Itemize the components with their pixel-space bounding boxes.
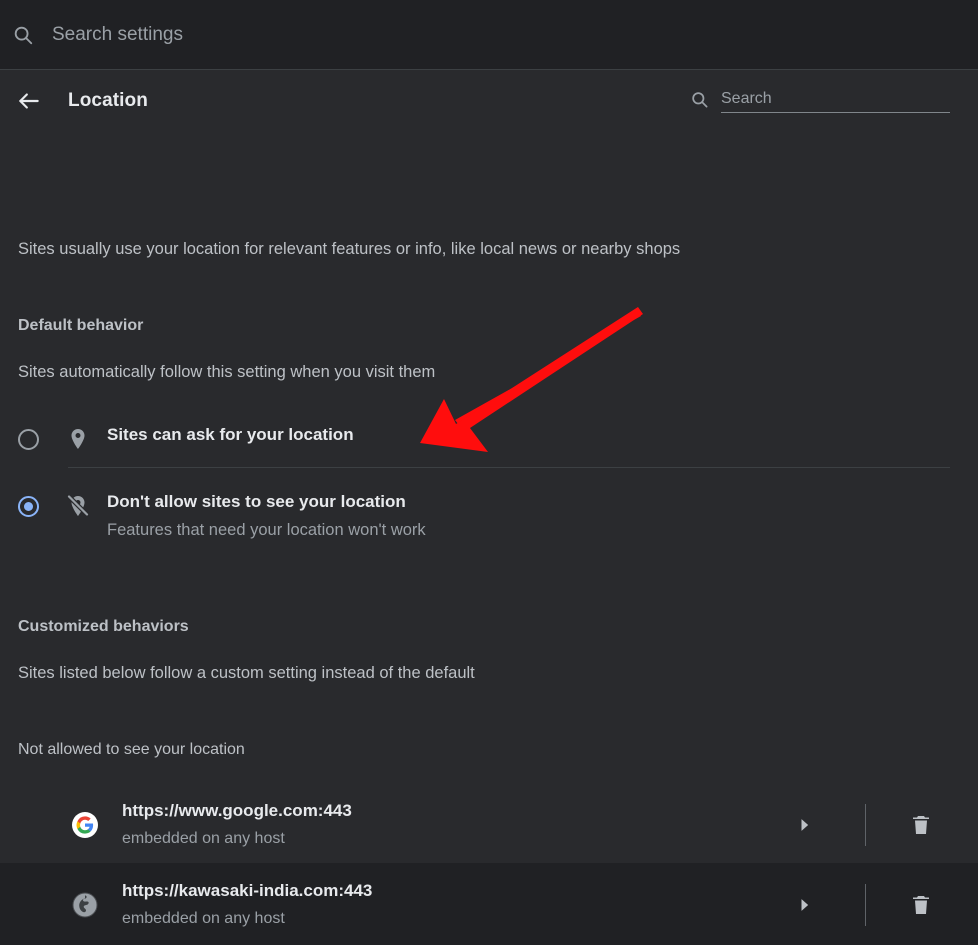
radio-option-label: Sites can ask for your location	[107, 425, 354, 444]
site-info: https://www.google.com:443 embedded on a…	[122, 799, 793, 851]
site-url: https://kawasaki-india.com:443	[122, 881, 373, 900]
search-icon	[12, 24, 34, 46]
row-divider	[865, 884, 866, 926]
page-search-input[interactable]	[721, 90, 950, 108]
customized-behaviors-description: Sites listed below follow a custom setti…	[18, 664, 475, 682]
location-pin-icon	[66, 427, 90, 451]
search-icon	[690, 90, 709, 109]
chevron-right-icon[interactable]	[793, 894, 815, 916]
global-search-bar	[0, 0, 978, 70]
location-settings-page: Location Sites usually use your location…	[0, 70, 978, 927]
page-title: Location	[68, 90, 148, 111]
trash-icon[interactable]	[909, 813, 933, 837]
trash-icon[interactable]	[909, 893, 933, 917]
globe-icon	[72, 892, 98, 918]
customized-behaviors-heading: Customized behaviors	[18, 618, 189, 635]
radio-option-ask-for-location[interactable]: Sites can ask for your location	[0, 410, 978, 477]
default-behavior-heading: Default behavior	[18, 317, 144, 334]
radio-divider	[68, 467, 950, 468]
site-list-item[interactable]: https://kawasaki-india.com:443 embedded …	[0, 865, 978, 945]
back-arrow-icon[interactable]	[16, 88, 42, 114]
site-info: https://kawasaki-india.com:443 embedded …	[122, 879, 793, 931]
radio-option-text: Sites can ask for your location	[107, 424, 354, 446]
site-exception-list: https://www.google.com:443 embedded on a…	[0, 785, 978, 945]
page-search-field	[721, 90, 950, 113]
radio-option-label: Don't allow sites to see your location	[107, 492, 406, 511]
radio-option-description: Features that need your location won't w…	[107, 521, 426, 539]
site-detail: embedded on any host	[122, 830, 285, 847]
not-allowed-group-label: Not allowed to see your location	[18, 741, 245, 758]
google-logo-icon	[72, 812, 98, 838]
page-search	[690, 90, 950, 113]
site-url: https://www.google.com:443	[122, 801, 352, 820]
radio-option-text: Don't allow sites to see your location F…	[107, 491, 426, 541]
row-divider	[865, 804, 866, 846]
page-subheader: Location	[0, 70, 978, 132]
page-description: Sites usually use your location for rele…	[18, 240, 681, 258]
radio-option-dont-allow-location[interactable]: Don't allow sites to see your location F…	[0, 477, 978, 564]
default-behavior-description: Sites automatically follow this setting …	[18, 363, 436, 381]
default-behavior-radio-group: Sites can ask for your location Don't al…	[0, 410, 978, 564]
site-list-item[interactable]: https://www.google.com:443 embedded on a…	[0, 785, 978, 865]
radio-button-unselected[interactable]	[18, 429, 39, 450]
chevron-right-icon[interactable]	[793, 814, 815, 836]
site-detail: embedded on any host	[122, 910, 285, 927]
location-pin-off-icon	[66, 494, 90, 518]
search-settings-input[interactable]	[52, 23, 652, 46]
radio-button-selected[interactable]	[18, 496, 39, 517]
